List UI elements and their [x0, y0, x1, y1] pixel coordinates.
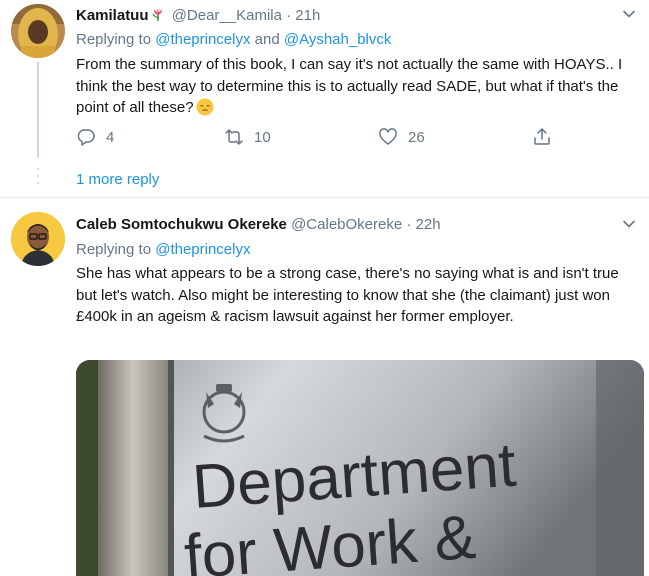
- avatar[interactable]: [11, 212, 65, 266]
- tweet-header: Kamilatuu @Dear__Kamila · 21h: [76, 6, 320, 24]
- replying-to: Replying to @theprincelyx: [76, 241, 251, 258]
- tweet-text: From the summary of this book, I can say…: [76, 54, 636, 119]
- display-name[interactable]: Caleb Somtochukwu Okereke: [76, 216, 287, 233]
- handle[interactable]: @CalebOkereke: [291, 216, 402, 233]
- reply-count: 4: [106, 128, 115, 146]
- replying-label: Replying to: [76, 241, 152, 258]
- more-replies-link[interactable]: 1 more reply: [76, 171, 159, 188]
- tulip-emoji: [151, 8, 162, 21]
- share-icon: [534, 128, 550, 145]
- tweet-text-content: From the summary of this book, I can say…: [76, 56, 623, 116]
- tweet-text: She has what appears to be a strong case…: [76, 265, 619, 325]
- mention-link[interactable]: @Ayshah_blvck: [284, 31, 392, 48]
- thread-dots: [36, 168, 40, 192]
- replying-label: Replying to: [76, 31, 152, 48]
- like-button[interactable]: 26: [378, 125, 425, 149]
- more-replies-row[interactable]: 1 more reply: [0, 160, 649, 198]
- mention-link[interactable]: @theprincelyx: [155, 31, 250, 48]
- display-name[interactable]: Kamilatuu: [76, 7, 149, 24]
- mention-link[interactable]: @theprincelyx: [155, 241, 250, 258]
- like-icon: [379, 128, 397, 145]
- handle[interactable]: @Dear__Kamila: [172, 7, 282, 24]
- department-sign-image: Department for Work &: [76, 360, 644, 576]
- reply-icon: [77, 129, 95, 146]
- timestamp[interactable]: · 21h: [286, 7, 320, 24]
- timestamp[interactable]: · 22h: [406, 216, 440, 233]
- pensive-emoji: [196, 98, 214, 116]
- share-button[interactable]: [532, 125, 562, 149]
- tweet-image[interactable]: Department for Work &: [76, 360, 644, 576]
- like-count: 26: [408, 128, 425, 146]
- retweet-button[interactable]: 10: [224, 125, 271, 149]
- tweet-header: Caleb Somtochukwu Okereke @CalebOkereke …: [76, 216, 441, 233]
- tweet-actions: 4 10 26: [76, 125, 556, 149]
- retweet-count: 10: [254, 128, 271, 146]
- tweet-caleb[interactable]: Caleb Somtochukwu Okereke @CalebOkereke …: [0, 198, 649, 576]
- retweet-icon: [225, 129, 243, 145]
- thread-line: [37, 62, 39, 158]
- avatar[interactable]: [11, 4, 65, 58]
- reply-button[interactable]: 4: [76, 125, 114, 149]
- replying-and: and: [254, 31, 280, 48]
- caret-down-icon[interactable]: [621, 6, 637, 22]
- replying-to: Replying to @theprincelyx and @Ayshah_bl…: [76, 31, 391, 48]
- caret-down-icon[interactable]: [621, 216, 637, 232]
- tweet-kamilatuu[interactable]: Kamilatuu @Dear__Kamila · 21h Replying t…: [0, 0, 649, 160]
